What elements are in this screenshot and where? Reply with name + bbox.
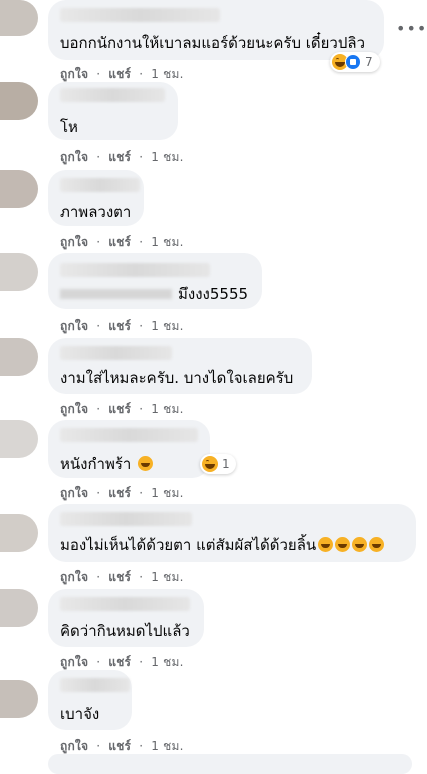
reply-link[interactable]: แชร์ (108, 233, 131, 252)
reaction-count: 1 (222, 457, 230, 471)
author-name-blurred[interactable] (60, 263, 210, 277)
next-comment-bubble-partial (48, 754, 412, 774)
reaction-count: 7 (365, 55, 373, 69)
more-options-icon[interactable]: ••• (396, 21, 427, 37)
author-name-blurred[interactable] (60, 428, 198, 442)
comment-text-body: มองไม่เห็นได้ด้วยตา แต่สัมผัสได้ด้วยลิ้น (60, 536, 317, 554)
comment-bubble: มึงงง5555 (48, 253, 262, 309)
separator: · (96, 235, 101, 249)
avatar[interactable] (0, 514, 38, 552)
separator: · (96, 67, 101, 81)
separator: · (96, 319, 101, 333)
separator: · (96, 150, 101, 164)
avatar[interactable] (0, 170, 38, 208)
avatar[interactable] (0, 589, 38, 627)
comment-text: มองไม่เห็นได้ด้วยตา แต่สัมผัสได้ด้วยลิ้น (60, 536, 385, 554)
reply-link[interactable]: แชร์ (108, 317, 131, 336)
separator: · (96, 486, 101, 500)
author-name-blurred[interactable] (60, 346, 172, 360)
rolling-laughing-icon (369, 537, 385, 552)
timestamp[interactable]: 1 ชม. (151, 317, 183, 336)
author-name-blurred[interactable] (60, 597, 190, 611)
comment-text: บอกกนักงานให้เบาลมแอร์ด้วยนะครับ เดี๋ยวป… (60, 34, 365, 52)
separator: · (96, 739, 101, 753)
comment-bubble: โห (48, 82, 178, 140)
reply-link[interactable]: แชร์ (108, 148, 131, 167)
avatar[interactable] (0, 680, 38, 718)
comment-text: ภาพลวงตา (60, 203, 132, 221)
reaction-summary[interactable]: 7 (330, 52, 380, 72)
author-name-blurred[interactable] (60, 678, 130, 692)
like-link[interactable]: ถูกใจ (60, 317, 88, 336)
comment-text: เบาจัง (60, 705, 100, 723)
like-link[interactable]: ถูกใจ (60, 568, 88, 587)
avatar[interactable] (0, 0, 38, 36)
separator: · (139, 235, 144, 249)
comment-text: งามใส่ไหมละครับ. บางไดใจเลยครับ (60, 369, 294, 387)
author-name-blurred[interactable] (60, 8, 220, 22)
separator: · (96, 402, 101, 416)
comment-actions: ถูกใจ · แชร์ · 1 ชม. (60, 317, 184, 336)
comment-bubble: มองไม่เห็นได้ด้วยตา แต่สัมผัสได้ด้วยลิ้น (48, 504, 416, 562)
timestamp[interactable]: 1 ชม. (151, 400, 183, 419)
rolling-laughing-icon (352, 537, 368, 552)
blurred-mention (60, 289, 172, 299)
comment-text: มึงงง5555 (178, 285, 249, 303)
avatar[interactable] (0, 420, 38, 458)
reaction-summary[interactable]: 1 (200, 454, 236, 474)
rolling-laughing-icon (318, 537, 334, 552)
separator: · (96, 570, 101, 584)
comment-actions: ถูกใจ · แชร์ · 1 ชม. (60, 148, 184, 167)
timestamp[interactable]: 1 ชม. (151, 653, 183, 672)
comment-bubble: งามใส่ไหมละครับ. บางไดใจเลยครับ (48, 338, 312, 394)
avatar[interactable] (0, 338, 38, 376)
comment-text: หนังกำพร้า (60, 455, 154, 473)
rolling-laughing-icon (335, 537, 351, 552)
comment-actions: ถูกใจ · แชร์ · 1 ชม. (60, 400, 184, 419)
haha-icon (202, 456, 218, 472)
separator: · (139, 486, 144, 500)
comment-text: คิดว่ากินหมดไปแล้ว (60, 622, 190, 640)
comment-actions: ถูกใจ · แชร์ · 1 ชม. (60, 568, 184, 587)
separator: · (139, 150, 144, 164)
separator: · (96, 655, 101, 669)
separator: · (139, 739, 144, 753)
author-name-blurred[interactable] (60, 88, 165, 102)
comment-bubble: คิดว่ากินหมดไปแล้ว (48, 589, 204, 647)
separator: · (139, 319, 144, 333)
comment-bubble: ภาพลวงตา (48, 170, 144, 226)
reply-link[interactable]: แชร์ (108, 484, 131, 503)
comment-bubble: เบาจัง (48, 670, 132, 730)
separator: · (139, 67, 144, 81)
comment-actions: ถูกใจ · แชร์ · 1 ชม. (60, 484, 184, 503)
author-name-blurred[interactable] (60, 512, 192, 526)
comment-actions: ถูกใจ · แชร์ · 1 ชม. (60, 233, 184, 252)
timestamp[interactable]: 1 ชม. (151, 233, 183, 252)
like-link[interactable]: ถูกใจ (60, 400, 88, 419)
separator: · (139, 655, 144, 669)
like-icon (345, 54, 361, 70)
like-link[interactable]: ถูกใจ (60, 148, 88, 167)
reply-link[interactable]: แชร์ (108, 568, 131, 587)
timestamp[interactable]: 1 ชม. (151, 484, 183, 503)
comment-bubble: หนังกำพร้า (48, 420, 210, 478)
comment-bubble: บอกกนักงานให้เบาลมแอร์ด้วยนะครับ เดี๋ยวป… (48, 0, 384, 60)
like-link[interactable]: ถูกใจ (60, 484, 88, 503)
grinning-face-icon (138, 456, 154, 471)
avatar[interactable] (0, 253, 38, 291)
comment-text: โห (60, 118, 78, 136)
author-name-blurred[interactable] (60, 178, 140, 192)
timestamp[interactable]: 1 ชม. (151, 568, 183, 587)
like-link[interactable]: ถูกใจ (60, 233, 88, 252)
avatar[interactable] (0, 82, 38, 120)
separator: · (139, 402, 144, 416)
reply-link[interactable]: แชร์ (108, 400, 131, 419)
separator: · (139, 570, 144, 584)
comment-text-body: หนังกำพร้า (60, 455, 132, 473)
timestamp[interactable]: 1 ชม. (151, 148, 183, 167)
